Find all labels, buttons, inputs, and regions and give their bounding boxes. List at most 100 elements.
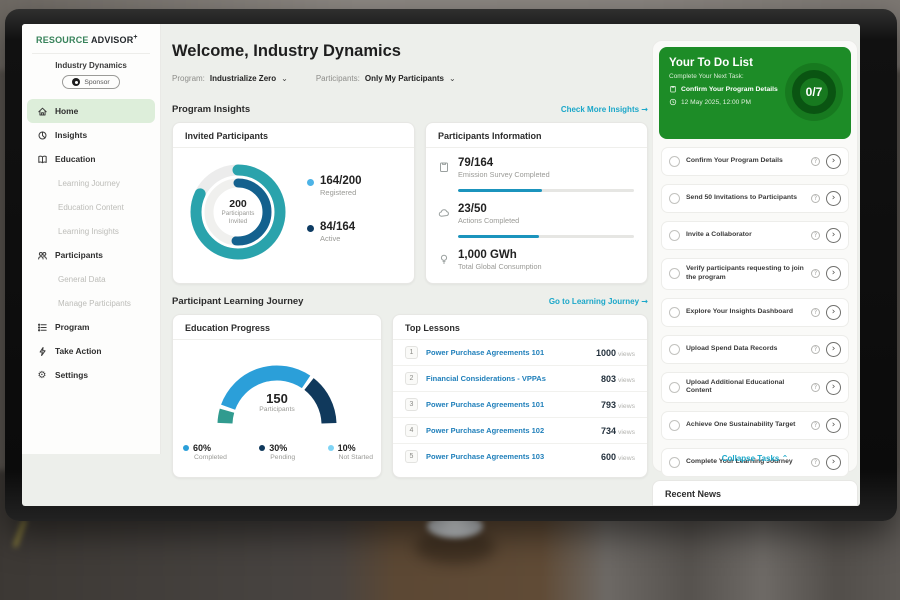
donut-center-label: 200 Participants Invited bbox=[183, 157, 293, 267]
dashboard-screen: RESOURCE ADVISOR+ Industry Dynamics Spon… bbox=[22, 24, 860, 506]
info-icon[interactable]: ? bbox=[811, 421, 820, 430]
active-legend: 84/164 Active bbox=[307, 221, 355, 243]
sidebar-item-general-data[interactable]: General Data bbox=[22, 267, 160, 291]
learning-journey-header: Participant Learning Journey Go to Learn… bbox=[172, 296, 648, 307]
participants-information-card: Participants Information 79/164 Emission… bbox=[425, 122, 648, 284]
sidebar-item-manage-participants[interactable]: Manage Participants bbox=[22, 291, 160, 315]
collapse-chevron-icon: ⌃ bbox=[782, 454, 789, 463]
not-started-dot-icon bbox=[328, 445, 334, 451]
info-icon[interactable]: ? bbox=[811, 231, 820, 240]
sidebar: RESOURCE ADVISOR+ Industry Dynamics Spon… bbox=[22, 24, 161, 454]
settings-gear-icon: ⚙ bbox=[36, 369, 48, 381]
photo-stage: RESOURCE ADVISOR+ Industry Dynamics Spon… bbox=[0, 0, 900, 600]
checkbox[interactable] bbox=[669, 420, 680, 431]
task-row[interactable]: Invite a Collaborator ? › bbox=[661, 221, 849, 250]
checkbox[interactable] bbox=[669, 307, 680, 318]
sidebar-item-program[interactable]: Program bbox=[22, 315, 160, 339]
checkbox[interactable] bbox=[669, 382, 680, 393]
rank-badge: 4 bbox=[405, 424, 418, 437]
rank-badge: 1 bbox=[405, 346, 418, 359]
chevron-right-icon[interactable]: › bbox=[826, 228, 841, 243]
task-row[interactable]: Explore Your Insights Dashboard ? › bbox=[661, 298, 849, 327]
education-icon bbox=[36, 153, 48, 165]
checkbox[interactable] bbox=[669, 156, 680, 167]
info-icon[interactable]: ? bbox=[811, 269, 820, 278]
top-lessons-card: Top Lessons 1 Power Purchase Agreements … bbox=[392, 314, 648, 478]
chevron-right-icon[interactable]: › bbox=[826, 266, 841, 281]
chevron-right-icon[interactable]: › bbox=[826, 342, 841, 357]
info-icon[interactable]: ? bbox=[811, 383, 820, 392]
gauge-legend: 60% Completed 30% Pending 10% Not Starte… bbox=[183, 443, 373, 461]
task-row[interactable]: Upload Additional Educational Content ? … bbox=[661, 372, 849, 404]
legend-completed: 60% Completed bbox=[183, 443, 227, 461]
chevron-right-icon[interactable]: › bbox=[826, 418, 841, 433]
sidebar-item-learning-insights[interactable]: Learning Insights bbox=[22, 219, 160, 243]
info-icon[interactable]: ? bbox=[811, 157, 820, 166]
sidebar-item-home[interactable]: Home bbox=[27, 99, 155, 123]
todo-header-card: Your To Do List Complete Your Next Task:… bbox=[659, 47, 851, 139]
org-name: Industry Dynamics bbox=[22, 61, 160, 70]
resource-advisor-logo: RESOURCE ADVISOR+ bbox=[22, 24, 160, 45]
consumption-bulb-icon bbox=[438, 253, 450, 265]
sidebar-item-insights[interactable]: Insights bbox=[22, 123, 160, 147]
arrow-right-icon: → bbox=[641, 105, 648, 114]
sidebar-item-settings[interactable]: ⚙ Settings bbox=[22, 363, 160, 387]
main-content: Welcome, Industry Dynamics Program: Indu… bbox=[172, 24, 648, 506]
next-task-line: Confirm Your Program Details bbox=[669, 85, 791, 93]
checkbox[interactable] bbox=[669, 230, 680, 241]
consumption-metric: 1,000 GWh Total Global Consumption bbox=[438, 249, 542, 271]
program-filter-dropdown[interactable]: Program: Industrialize Zero ⌄ bbox=[172, 74, 288, 83]
actions-cloud-icon bbox=[438, 207, 450, 219]
chevron-right-icon[interactable]: › bbox=[826, 154, 841, 169]
lesson-link[interactable]: Power Purchase Agreements 101 bbox=[426, 400, 593, 409]
completed-dot-icon bbox=[183, 445, 189, 451]
program-insights-header: Program Insights Check More Insights → bbox=[172, 104, 648, 115]
todo-progress-ring: 0/7 bbox=[785, 63, 843, 121]
todo-panel: Your To Do List Complete Your Next Task:… bbox=[652, 40, 858, 472]
checkbox[interactable] bbox=[669, 268, 680, 279]
info-icon[interactable]: ? bbox=[811, 194, 820, 203]
page-title: Welcome, Industry Dynamics bbox=[172, 42, 401, 61]
checkbox[interactable] bbox=[669, 344, 680, 355]
lesson-link[interactable]: Power Purchase Agreements 103 bbox=[426, 452, 593, 461]
task-row[interactable]: Send 50 Invitations to Participants ? › bbox=[661, 184, 849, 213]
sidebar-item-education[interactable]: Education bbox=[22, 147, 160, 171]
insights-icon bbox=[36, 129, 48, 141]
go-to-learning-journey-link[interactable]: Go to Learning Journey → bbox=[549, 297, 648, 306]
info-icon[interactable]: ? bbox=[811, 308, 820, 317]
sidebar-item-education-content[interactable]: Education Content bbox=[22, 195, 160, 219]
task-list: Confirm Your Program Details ? › Send 50… bbox=[661, 147, 849, 477]
clipboard-icon bbox=[669, 85, 677, 93]
participants-filter-dropdown[interactable]: Participants: Only My Participants ⌄ bbox=[316, 74, 456, 83]
task-row[interactable]: Achieve One Sustainability Target ? › bbox=[661, 411, 849, 440]
due-line: 12 May 2025, 12:00 PM bbox=[669, 98, 791, 106]
check-more-insights-link[interactable]: Check More Insights → bbox=[561, 105, 648, 114]
chevron-right-icon[interactable]: › bbox=[826, 380, 841, 395]
lesson-row: 4 Power Purchase Agreements 102 734views bbox=[393, 418, 647, 444]
chevron-right-icon[interactable]: › bbox=[826, 305, 841, 320]
sidebar-item-learning-journey[interactable]: Learning Journey bbox=[22, 171, 160, 195]
sidebar-item-take-action[interactable]: Take Action bbox=[22, 339, 160, 363]
task-row[interactable]: Verify participants requesting to join t… bbox=[661, 258, 849, 290]
rank-badge: 2 bbox=[405, 372, 418, 385]
checkbox[interactable] bbox=[669, 193, 680, 204]
lesson-row: 1 Power Purchase Agreements 101 1000view… bbox=[393, 340, 647, 366]
divider bbox=[32, 53, 150, 54]
actions-completed-progress bbox=[458, 235, 634, 238]
take-action-icon bbox=[36, 345, 48, 357]
lesson-link[interactable]: Financial Considerations - VPPAs bbox=[426, 374, 593, 383]
monitor-bezel: RESOURCE ADVISOR+ Industry Dynamics Spon… bbox=[5, 9, 897, 521]
sidebar-item-participants[interactable]: Participants bbox=[22, 243, 160, 267]
filter-bar: Program: Industrialize Zero ⌄ Participan… bbox=[172, 74, 456, 83]
pending-dot-icon bbox=[259, 445, 265, 451]
participants-icon bbox=[36, 249, 48, 261]
actions-completed-metric: 23/50 Actions Completed bbox=[438, 203, 519, 225]
collapse-tasks-link[interactable]: Collapse Tasks ⌃ bbox=[653, 454, 857, 463]
chevron-right-icon[interactable]: › bbox=[826, 191, 841, 206]
task-row[interactable]: Confirm Your Program Details ? › bbox=[661, 147, 849, 176]
home-icon bbox=[36, 105, 48, 117]
info-icon[interactable]: ? bbox=[811, 345, 820, 354]
lesson-link[interactable]: Power Purchase Agreements 102 bbox=[426, 426, 593, 435]
task-row[interactable]: Upload Spend Data Records ? › bbox=[661, 335, 849, 364]
lesson-link[interactable]: Power Purchase Agreements 101 bbox=[426, 348, 588, 357]
